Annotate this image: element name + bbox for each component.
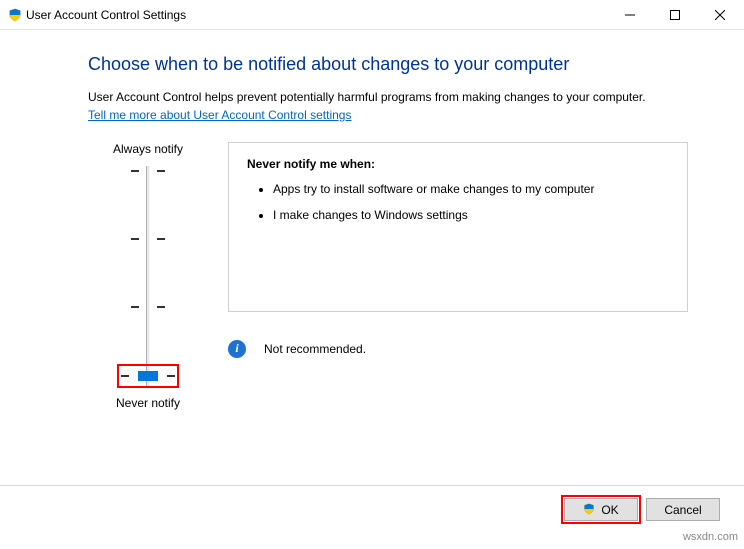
panel-item: I make changes to Windows settings (273, 207, 669, 223)
close-button[interactable] (697, 0, 742, 29)
learn-more-link[interactable]: Tell me more about User Account Control … (88, 108, 351, 122)
shield-icon (583, 503, 597, 517)
notification-panel: Never notify me when: Apps try to instal… (228, 142, 688, 312)
recommendation-text: Not recommended. (264, 342, 366, 356)
page-heading: Choose when to be notified about changes… (88, 54, 688, 75)
recommendation-row: i Not recommended. (228, 340, 688, 358)
ok-button[interactable]: OK (564, 498, 638, 521)
panel-item: Apps try to install software or make cha… (273, 181, 669, 197)
cancel-label: Cancel (664, 503, 701, 517)
footer: OK Cancel (0, 485, 744, 521)
ok-label: OK (601, 503, 618, 517)
maximize-button[interactable] (652, 0, 697, 29)
panel-title: Never notify me when: (247, 157, 669, 171)
window-title: User Account Control Settings (26, 8, 607, 22)
slider-label-always: Always notify (88, 142, 208, 156)
description-text: User Account Control helps prevent poten… (88, 89, 688, 106)
slider-label-never: Never notify (88, 396, 208, 410)
minimize-button[interactable] (607, 0, 652, 29)
content-area: Choose when to be notified about changes… (0, 30, 744, 410)
slider-thumb[interactable] (117, 364, 179, 388)
watermark: wsxdn.com (683, 531, 738, 543)
titlebar: User Account Control Settings (0, 0, 744, 30)
info-icon: i (228, 340, 246, 358)
cancel-button[interactable]: Cancel (646, 498, 720, 521)
uac-slider[interactable] (113, 166, 183, 386)
shield-icon (8, 8, 22, 22)
